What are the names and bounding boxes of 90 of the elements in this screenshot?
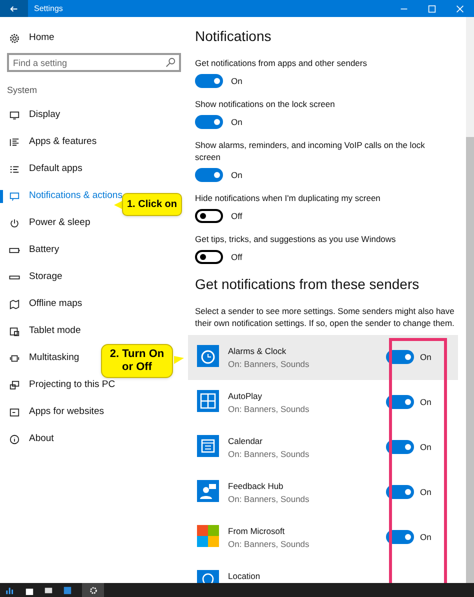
sender-name: From Microsoft xyxy=(228,525,285,538)
description-text: Select a sender to see more settings. Some senders might also have their own notification settings. If so, open the sender to change them. xyxy=(195,305,456,329)
power-icon xyxy=(9,218,20,228)
people-icon xyxy=(197,480,219,502)
sender-status: On: Banners, Sounds xyxy=(228,538,310,550)
nav-item[interactable]: Tablet mode xyxy=(9,324,81,338)
sender-status: On: Banners, Sounds xyxy=(228,448,310,460)
info-icon xyxy=(9,434,20,444)
nav-item[interactable]: Default apps xyxy=(9,162,82,176)
nav-item[interactable]: Power & sleep xyxy=(9,216,90,230)
sender-status: On: Banners, Sounds xyxy=(228,358,310,370)
grid-icon[interactable] xyxy=(63,586,72,594)
nav-item[interactable]: Battery xyxy=(9,242,60,258)
toggle-switch[interactable] xyxy=(195,168,223,182)
sender-name: Location xyxy=(228,570,260,583)
sender-row[interactable]: Alarms & Clock On: Banners, Sounds On xyxy=(188,335,458,380)
nav-item[interactable]: Notifications & actions xyxy=(9,188,122,204)
scrollbar-thumb[interactable] xyxy=(466,137,474,583)
section-heading: Get notifications from these senders xyxy=(195,275,420,294)
sender-name: Alarms & Clock xyxy=(228,345,286,358)
search-icon xyxy=(165,57,176,68)
toggle-state: On xyxy=(231,116,242,128)
setting-label: Get notifications from apps and other senders xyxy=(195,57,368,69)
calendar-icon xyxy=(197,435,219,457)
list-icon xyxy=(9,164,20,174)
tablet-icon xyxy=(9,326,20,336)
map-icon xyxy=(9,298,20,310)
callout-pointer-icon xyxy=(114,200,122,210)
sender-row[interactable]: Calendar On: Banners, Sounds On xyxy=(188,425,458,470)
toggle-switch[interactable] xyxy=(195,115,223,129)
sender-name: AutoPlay xyxy=(228,390,262,403)
message-icon xyxy=(9,190,20,202)
list-icon xyxy=(9,136,20,148)
section-label: System xyxy=(7,84,38,97)
sender-status: On: Banners, Sounds xyxy=(228,492,310,506)
callout: 2. Turn On or Off xyxy=(101,344,173,378)
tiles-icon xyxy=(197,525,219,547)
nav-item[interactable]: Projecting to this PC xyxy=(9,378,116,392)
nav-item[interactable]: Display xyxy=(9,108,60,122)
toggle-switch[interactable] xyxy=(195,74,223,88)
gear-icon xyxy=(88,586,98,594)
back-button[interactable] xyxy=(0,0,28,17)
sender-status: On: Banners, Sounds xyxy=(228,402,310,416)
toggle-state: On xyxy=(420,486,432,498)
toggle-state: On xyxy=(420,396,432,408)
nav-item[interactable]: Apps & features xyxy=(9,134,97,150)
monitor-icon xyxy=(9,110,20,120)
callout: 1. Click on xyxy=(122,193,182,216)
back-arrow-icon xyxy=(10,4,18,12)
nav-item[interactable]: Storage xyxy=(9,270,62,284)
toggle-state: On xyxy=(231,74,242,88)
taskbar-button[interactable] xyxy=(82,583,104,597)
toggle-state: On xyxy=(420,440,432,454)
gear-icon xyxy=(9,32,20,44)
maximize-icon xyxy=(428,4,436,12)
screens-icon xyxy=(9,380,20,390)
window-title: Settings xyxy=(34,2,63,14)
toggle-switch[interactable] xyxy=(195,250,223,264)
setting-label: Show alarms, reminders, and incoming VoIP calls on the lock screen xyxy=(195,139,426,163)
window-icon xyxy=(9,406,20,418)
window-icon xyxy=(9,352,20,364)
selection-bar xyxy=(0,190,3,202)
toggle-state: Off xyxy=(231,210,242,222)
toggle-state: On xyxy=(231,168,242,182)
sender-row[interactable]: AutoPlay On: Banners, Sounds On xyxy=(188,380,458,425)
sender-row[interactable]: From Microsoft On: Banners, Sounds On xyxy=(188,515,458,560)
chart-icon[interactable] xyxy=(6,586,15,594)
sender-name: Feedback Hub xyxy=(228,480,284,493)
scrollbar[interactable] xyxy=(466,17,474,583)
nav-item[interactable]: About xyxy=(9,432,54,446)
nav-item[interactable]: Offline maps xyxy=(9,296,82,312)
toggle-state: On xyxy=(420,350,432,364)
setting-label: Hide notifications when I'm duplicating my screen xyxy=(195,192,382,204)
toggle-switch[interactable] xyxy=(195,209,223,223)
nav-item[interactable]: Apps for websites xyxy=(9,404,104,420)
sender-row[interactable]: Location xyxy=(188,560,458,583)
grid-icon xyxy=(197,390,219,412)
callout-pointer-icon xyxy=(173,356,185,366)
page-heading: Notifications xyxy=(195,27,272,46)
toggle-state: Off xyxy=(231,250,242,264)
close-icon xyxy=(456,4,464,12)
home-nav-item[interactable]: Home xyxy=(0,30,188,46)
search-field[interactable]: Find a setting xyxy=(7,53,181,72)
clock-icon xyxy=(197,345,219,367)
sender-name: Calendar xyxy=(228,435,262,448)
sender-row[interactable]: Feedback Hub On: Banners, Sounds On xyxy=(188,470,458,515)
toggle-state: On xyxy=(420,530,432,544)
nav-item[interactable]: Multitasking xyxy=(9,350,80,366)
setting-label: Show notifications on the lock screen xyxy=(195,98,336,110)
setting-label: Get tips, tricks, and suggestions as you use Windows xyxy=(195,233,397,245)
